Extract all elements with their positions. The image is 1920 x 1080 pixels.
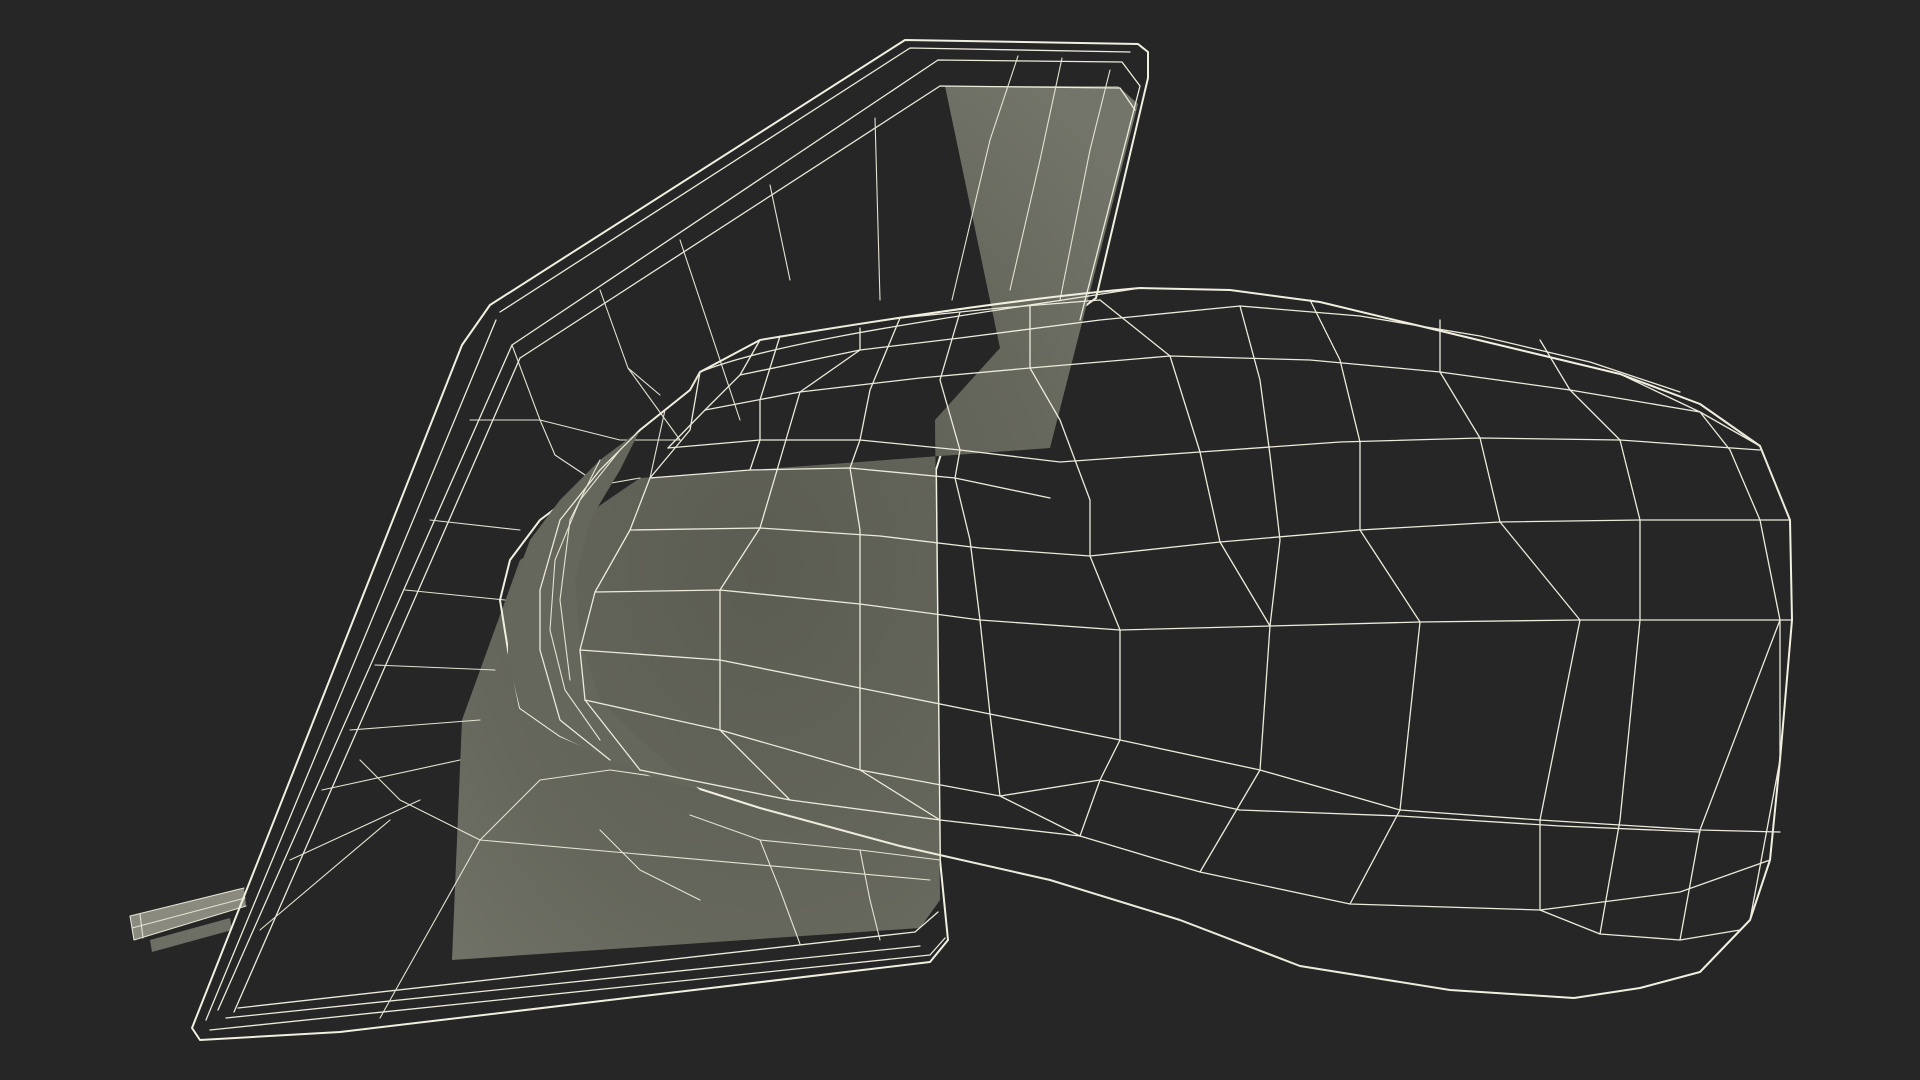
render-viewport	[0, 0, 1920, 1080]
mirror-back-plate	[191, 39, 1149, 1041]
mount-bracket	[129, 887, 247, 952]
mirror-wireframe-render	[129, 39, 1793, 1041]
